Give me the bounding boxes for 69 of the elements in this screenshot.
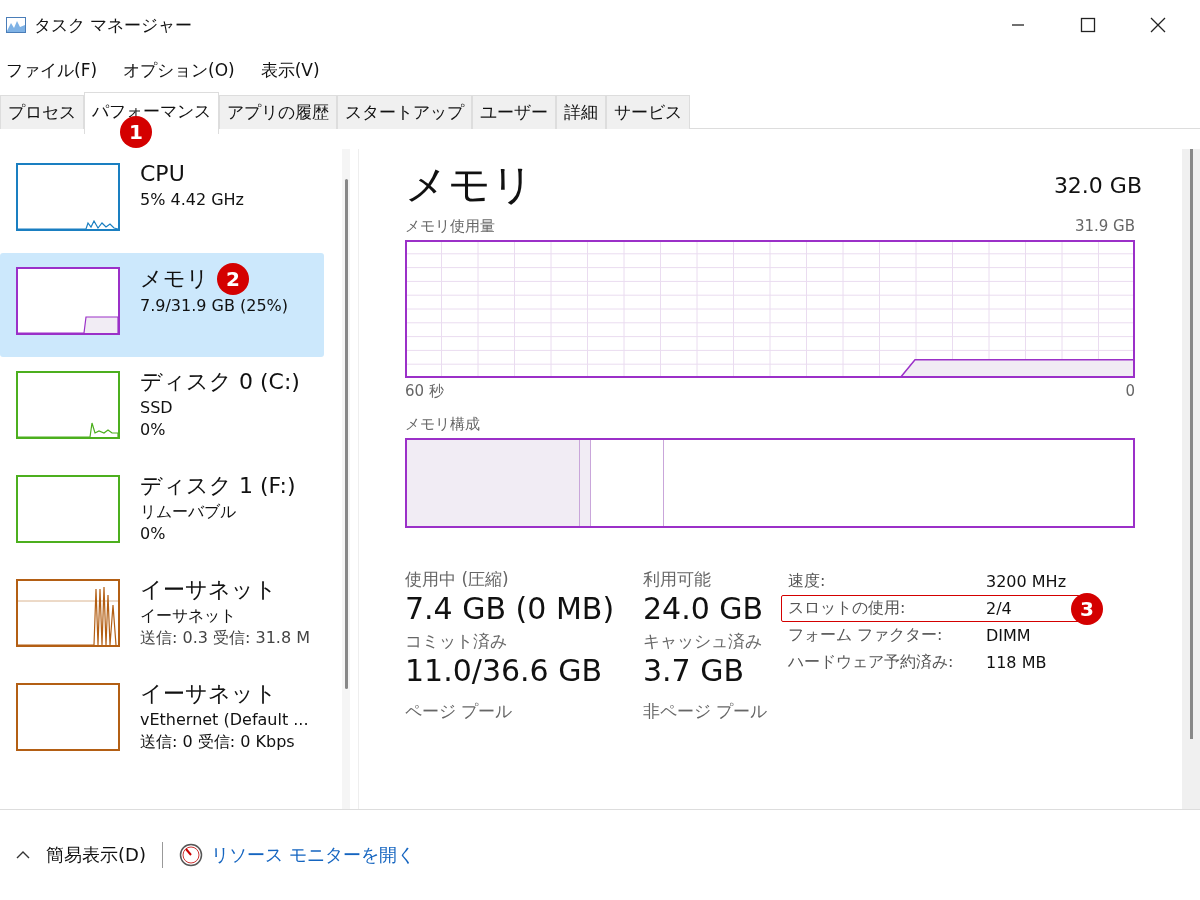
stat-value: 3.7 GB xyxy=(643,653,746,688)
callout-badge: 3 xyxy=(1071,593,1103,625)
stat-value: 7.4 GB (0 MB) xyxy=(405,591,616,626)
item-detail: 0% xyxy=(140,523,167,545)
item-detail: SSD xyxy=(140,397,174,419)
item-title: CPU xyxy=(140,160,185,188)
menu-item[interactable]: 表示(V) xyxy=(260,58,320,82)
tab[interactable]: 詳細 xyxy=(556,95,606,129)
fewer-details-button[interactable]: 簡易表示(D) xyxy=(46,843,146,867)
scrollbar-thumb[interactable] xyxy=(1189,149,1193,739)
callout-badge: 2 xyxy=(217,263,249,295)
tab[interactable]: サービス xyxy=(606,95,690,129)
item-title: イーサネット xyxy=(140,680,277,708)
detail-label: フォーム ファクター: xyxy=(788,625,944,646)
tab[interactable]: ユーザー xyxy=(472,95,556,129)
stat-label: コミット済み xyxy=(405,630,508,653)
stat-label: 利用可能 xyxy=(643,568,712,591)
sidebar-item[interactable]: CPU 5% 4.42 GHz xyxy=(0,149,324,253)
item-detail: vEthernet (Default ... xyxy=(140,709,309,731)
item-detail: 5% 4.42 GHz xyxy=(140,189,244,211)
window-title: タスク マネージャー xyxy=(34,13,193,37)
item-detail: 送信: 0.3 受信: 31.8 M xyxy=(140,627,310,649)
item-detail: 7.9/31.9 GB (25%) xyxy=(140,295,289,317)
chart-max: 31.9 GB xyxy=(1074,217,1135,236)
detail-label: ハードウェア予約済み: xyxy=(788,652,955,673)
axis-label: 60 秒 xyxy=(405,382,444,401)
item-title: ディスク 1 (F:) xyxy=(140,472,296,500)
stat-label: 非ページ プール xyxy=(643,700,769,723)
detail-value: 3200 MHz xyxy=(986,572,1067,591)
resource-monitor-link[interactable]: リソース モニターを開く xyxy=(210,843,415,867)
stat-label: ページ プール xyxy=(405,700,514,723)
detail-label: 速度: xyxy=(788,571,827,592)
detail-value: 2/4 xyxy=(986,599,1012,618)
chevron-up-icon[interactable] xyxy=(16,850,30,860)
sidebar-item[interactable]: メモリ 2 7.9/31.9 GB (25%) xyxy=(0,253,324,357)
item-detail: リムーバブル xyxy=(140,501,237,523)
detail-label: スロットの使用: xyxy=(788,598,907,619)
sidebar-item[interactable]: ディスク 1 (F:) リムーバブル 0% xyxy=(0,461,324,565)
sidebar-item[interactable]: イーサネット vEthernet (Default ... 送信: 0 受信: 0 Kbps xyxy=(0,669,324,773)
app-icon xyxy=(6,17,26,33)
item-title: イーサネット xyxy=(140,576,277,604)
tab[interactable]: アプリの履歴 xyxy=(219,95,337,129)
axis-label: 0 xyxy=(1125,382,1135,401)
stat-value: 11.0/36.6 GB xyxy=(405,653,604,688)
gauge-icon[interactable] xyxy=(178,843,203,867)
detail-value: 118 MB xyxy=(986,653,1047,672)
maximize-icon[interactable] xyxy=(1080,17,1096,33)
item-title: メモリ xyxy=(140,265,209,293)
item-title: ディスク 0 (C:) xyxy=(140,368,300,396)
stat-value: 24.0 GB xyxy=(643,591,765,626)
item-detail: 0% xyxy=(140,419,167,441)
tab[interactable]: スタートアップ xyxy=(337,95,472,129)
callout-badge: 1 xyxy=(120,116,152,148)
stat-label: キャッシュ済み xyxy=(643,630,763,653)
close-icon[interactable] xyxy=(1150,17,1166,33)
tab[interactable]: プロセス xyxy=(0,95,84,129)
scrollbar-thumb[interactable] xyxy=(344,179,348,689)
menu-item[interactable]: ファイル(F) xyxy=(6,58,98,82)
detail-value: DIMM xyxy=(986,626,1031,645)
sidebar-item[interactable]: イーサネット イーサネット 送信: 0.3 受信: 31.8 M xyxy=(0,565,324,669)
memory-total: 32.0 GB xyxy=(1053,172,1142,198)
chart-label: メモリ構成 xyxy=(405,415,480,434)
sidebar-item[interactable]: ディスク 0 (C:) SSD 0% xyxy=(0,357,324,461)
chart-label: メモリ使用量 xyxy=(405,217,495,236)
stat-label: 使用中 (圧縮) xyxy=(405,568,510,591)
menu-item[interactable]: オプション(O) xyxy=(123,58,235,82)
item-detail: 送信: 0 受信: 0 Kbps xyxy=(140,731,296,753)
panel-title: メモリ xyxy=(405,159,534,211)
item-detail: イーサネット xyxy=(140,605,237,627)
